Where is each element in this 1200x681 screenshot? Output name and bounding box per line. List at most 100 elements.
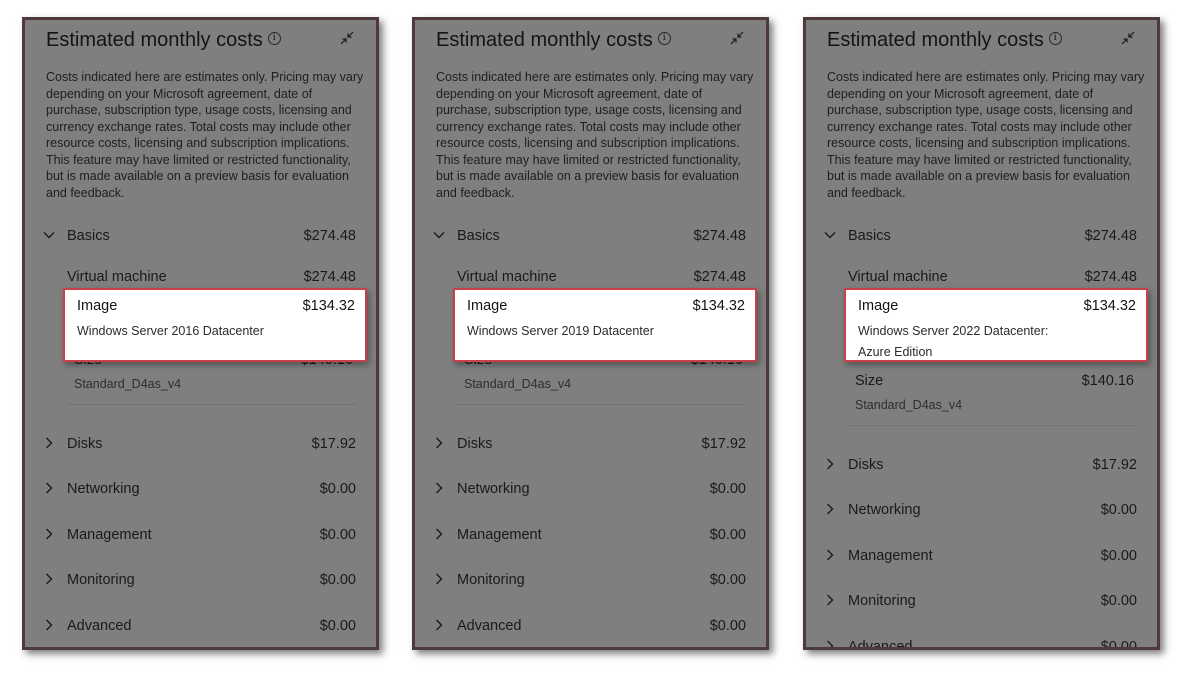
chevron-right-icon (827, 503, 834, 515)
vm-label: Virtual machine (848, 269, 948, 285)
panel-title: Estimated monthly costs i (46, 29, 281, 52)
image-amount: $134.32 (1083, 298, 1136, 314)
image-value: Windows Server 2022 Datacenter: Azure Edi… (858, 321, 1078, 363)
category-label: Disks (67, 436, 103, 452)
disclaimer-text: Costs indicated here are estimates only.… (46, 70, 364, 200)
size-amount: $140.16 (1081, 373, 1134, 389)
size-value: Standard_D4as_v4 (74, 377, 182, 391)
size-value: Standard_D4as_v4 (855, 398, 963, 412)
category-amount: $0.00 (1100, 502, 1137, 518)
category-networking[interactable]: Networking $0.00 (25, 478, 356, 500)
chevron-right-icon (436, 573, 443, 585)
chevron-right-icon (436, 619, 443, 631)
image-label: Image (858, 298, 899, 314)
category-amount: $0.00 (709, 481, 746, 497)
category-networking[interactable]: Networking $0.00 (806, 499, 1137, 521)
collapse-arrows-icon[interactable] (340, 31, 354, 45)
category-amount: $274.48 (1084, 228, 1137, 244)
vm-amount: $274.48 (693, 269, 746, 285)
collapse-arrows-icon[interactable] (1121, 31, 1135, 45)
category-advanced[interactable]: Advanced $0.00 (415, 615, 746, 637)
category-label: Management (848, 548, 933, 564)
category-networking[interactable]: Networking $0.00 (415, 478, 746, 500)
category-management[interactable]: Management $0.00 (415, 524, 746, 546)
chevron-right-icon (46, 619, 53, 631)
image-value-line1: Windows Server 2022 Datacenter: (858, 324, 1049, 338)
chevron-right-icon (46, 573, 53, 585)
category-management[interactable]: Management $0.00 (806, 545, 1137, 567)
chevron-right-icon (827, 458, 834, 470)
category-disks[interactable]: Disks $17.92 (415, 433, 746, 455)
info-icon[interactable]: i (267, 32, 281, 46)
image-amount: $134.32 (302, 298, 355, 314)
chevron-right-icon (46, 482, 53, 494)
category-amount: $17.92 (311, 436, 356, 452)
image-label: Image (467, 298, 508, 314)
chevron-right-icon (46, 528, 53, 540)
panel-title: Estimated monthly costs i (827, 29, 1062, 52)
category-amount: $274.48 (693, 228, 746, 244)
info-icon[interactable]: i (1048, 32, 1062, 46)
divider (67, 404, 356, 405)
category-advanced[interactable]: Advanced $0.00 (806, 636, 1137, 650)
category-amount: $17.92 (1092, 457, 1137, 473)
category-management[interactable]: Management $0.00 (25, 524, 356, 546)
category-amount: $0.00 (1100, 548, 1137, 564)
chevron-right-icon (436, 482, 443, 494)
category-amount: $274.48 (303, 228, 356, 244)
image-amount: $134.32 (692, 298, 745, 314)
disclaimer-text: Costs indicated here are estimates only.… (827, 70, 1145, 200)
category-disks[interactable]: Disks $17.92 (25, 433, 356, 455)
category-amount: $0.00 (319, 481, 356, 497)
image-highlight-box: Image $134.32 Windows Server 2022 Datace… (844, 288, 1148, 362)
image-label: Image (77, 298, 118, 314)
category-amount: $0.00 (1100, 639, 1137, 650)
category-monitoring[interactable]: Monitoring $0.00 (806, 590, 1137, 612)
collapse-arrows-icon[interactable] (730, 31, 744, 45)
category-amount: $0.00 (319, 572, 356, 588)
disclaimer-text: Costs indicated here are estimates only.… (436, 70, 754, 200)
vm-label: Virtual machine (67, 269, 167, 285)
image-highlight-box: Image $134.32 Windows Server 2016 Datace… (63, 288, 367, 362)
vm-amount: $274.48 (1084, 269, 1137, 285)
category-disks[interactable]: Disks $17.92 (806, 454, 1137, 476)
vm-label: Virtual machine (457, 269, 557, 285)
chevron-right-icon (46, 437, 53, 449)
divider (848, 425, 1137, 426)
category-basics[interactable]: Basics $274.48 (25, 225, 356, 247)
category-advanced[interactable]: Advanced $0.00 (25, 615, 356, 637)
vm-amount: $274.48 (303, 269, 356, 285)
panel-title: Estimated monthly costs i (436, 29, 671, 52)
size-label: Size (855, 373, 884, 389)
category-amount: $0.00 (319, 618, 356, 634)
category-basics[interactable]: Basics $274.48 (806, 225, 1137, 247)
cost-panel-2022: Estimated monthly costs i Costs indicated… (803, 17, 1160, 650)
category-amount: $0.00 (1100, 593, 1137, 609)
category-label: Networking (457, 481, 530, 497)
info-icon[interactable]: i (657, 32, 671, 46)
chevron-down-icon (43, 232, 55, 239)
category-monitoring[interactable]: Monitoring $0.00 (25, 569, 356, 591)
category-label: Basics (457, 228, 500, 244)
category-label: Management (67, 527, 152, 543)
category-label: Networking (848, 502, 921, 518)
vm-row: Virtual machine $274.48 (25, 266, 356, 288)
category-label: Disks (848, 457, 884, 473)
category-label: Monitoring (848, 593, 916, 609)
chevron-right-icon (827, 549, 834, 561)
chevron-down-icon (824, 232, 836, 239)
category-basics[interactable]: Basics $274.48 (415, 225, 746, 247)
category-amount: $0.00 (319, 527, 356, 543)
cost-panel-2019: Estimated monthly costs i Costs indicated… (412, 17, 769, 650)
category-label: Advanced (848, 639, 913, 650)
image-value-line2: Azure Edition (858, 345, 933, 359)
image-value: Windows Server 2019 Datacenter (467, 324, 654, 338)
vm-row: Virtual machine $274.48 (415, 266, 746, 288)
category-monitoring[interactable]: Monitoring $0.00 (415, 569, 746, 591)
category-label: Advanced (457, 618, 522, 634)
vm-row: Virtual machine $274.48 (806, 266, 1137, 288)
category-amount: $0.00 (709, 572, 746, 588)
category-label: Management (457, 527, 542, 543)
chevron-right-icon (436, 528, 443, 540)
chevron-down-icon (433, 232, 445, 239)
